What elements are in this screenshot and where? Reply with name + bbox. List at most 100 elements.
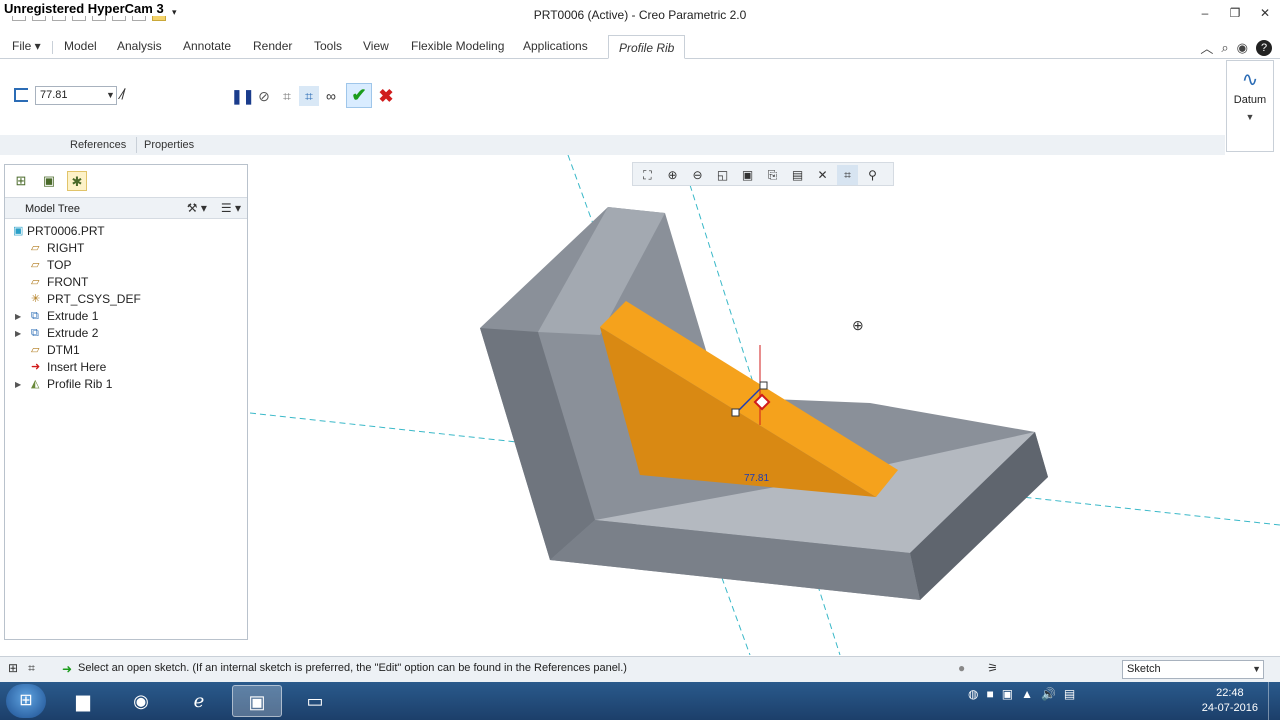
tree-item[interactable]: ▣ PRT0006.PRT — [9, 223, 245, 240]
tree-item[interactable]: ▱ TOP — [9, 257, 245, 274]
refit-icon[interactable]: ⛶ — [637, 165, 658, 185]
datum-display-icon[interactable]: ✕ — [812, 165, 833, 185]
drag-handle[interactable] — [731, 408, 740, 417]
navigator-toggle-icon[interactable]: ⊞ — [8, 661, 18, 676]
tab-flexible-modeling[interactable]: Flexible Modeling — [411, 39, 504, 53]
expand-icon[interactable]: ▶ — [15, 376, 21, 393]
drag-handle[interactable] — [759, 381, 768, 390]
help-icon[interactable]: ? — [1256, 39, 1272, 56]
community-icon[interactable]: ◉ — [1237, 40, 1248, 56]
selection-filter-icon[interactable]: ⚞ — [987, 661, 998, 675]
tree-item[interactable]: ▱ FRONT — [9, 274, 245, 291]
stop-icon[interactable]: ■ — [986, 687, 993, 701]
view-manager-icon[interactable]: ▤ — [787, 165, 808, 185]
tab-model[interactable]: Model — [64, 39, 97, 53]
model-scene[interactable]: 77.81 ⊕ — [250, 155, 1280, 655]
tree-item-label: Insert Here — [47, 360, 107, 374]
csys-icon: ✳ — [31, 293, 41, 305]
network-icon[interactable]: ▤ — [1064, 687, 1075, 701]
start-button[interactable]: ⊞ — [6, 684, 46, 718]
window-title: PRT0006 (Active) - Creo Parametric 2.0 — [533, 8, 747, 22]
verify-preview-button[interactable]: ⌗ — [299, 86, 319, 106]
minimize-button[interactable]: – — [1198, 6, 1212, 20]
selection-filter-select[interactable]: Sketch ▼ — [1122, 660, 1264, 679]
references-tab[interactable]: References — [66, 137, 130, 153]
selection-filter-value: Sketch — [1127, 663, 1161, 675]
tab-profile-rib[interactable]: Profile Rib — [608, 35, 686, 59]
browser-toggle-icon[interactable]: ⌗ — [28, 661, 35, 676]
graphics-window[interactable]: 77.81 ⊕ — [250, 155, 1280, 655]
tree-item[interactable]: ▱ DTM1 — [9, 342, 245, 359]
tray-expand-icon[interactable]: ▲ — [1021, 687, 1033, 701]
tab-separator — [52, 41, 53, 54]
tab-render[interactable]: Render — [253, 39, 292, 53]
status-bar: ⊞ ⌗ ➜ Select an open sketch. (If an inte… — [0, 656, 1280, 682]
show-desktop-button[interactable] — [1268, 682, 1280, 720]
internet-explorer-taskbar-icon[interactable]: ℯ — [174, 685, 224, 717]
pause-button[interactable]: ❚❚ — [231, 86, 254, 106]
creo-taskbar-icon[interactable]: ▣ — [232, 685, 282, 717]
thickness-dropdown-icon[interactable]: ▼ — [104, 86, 117, 105]
maximize-button[interactable]: ❐ — [1228, 6, 1242, 20]
firefox-taskbar-icon[interactable]: ◉ — [116, 685, 166, 717]
flip-thickness-icon[interactable]: ⁄̸ — [121, 86, 124, 103]
tree-item-label: PRT0006.PRT — [27, 224, 105, 238]
glasses-preview-icon[interactable]: ∞ — [321, 86, 341, 106]
saved-orientations-icon[interactable]: ⎘ — [762, 165, 783, 185]
favorites-icon[interactable]: ✱ — [67, 171, 87, 191]
folder-browser-icon[interactable]: ▣ — [39, 171, 59, 191]
tree-item[interactable]: ▶ ⧉ Extrude 2 — [9, 325, 245, 342]
tab-annotate[interactable]: Annotate — [183, 39, 231, 53]
tab-analysis[interactable]: Analysis — [117, 39, 162, 53]
tree-item-label: DTM1 — [47, 343, 80, 357]
tab-applications[interactable]: Applications — [523, 39, 588, 53]
dimension-label[interactable]: 77.81 — [744, 473, 769, 484]
tab-view[interactable]: View — [363, 39, 389, 53]
no-preview-button[interactable]: ⊘ — [254, 86, 274, 106]
tree-item[interactable]: ▶ ◭ Profile Rib 1 — [9, 376, 245, 393]
chevron-down-icon[interactable]: ▼ — [1227, 112, 1273, 122]
datum-group[interactable]: ∿ Datum ▼ — [1226, 60, 1274, 152]
preview-button[interactable]: ⌗ — [277, 86, 297, 106]
tab-file[interactable]: File ▾ — [12, 39, 41, 53]
tree-item[interactable]: ✳ PRT_CSYS_DEF — [9, 291, 245, 308]
system-tray: ◍ ■ ▣ ▲ 🔊 ▤ — [968, 687, 1075, 701]
status-right-icons: ● ⚞ — [958, 661, 998, 675]
settings-icon[interactable]: ⚒ ▾ — [187, 201, 207, 215]
ok-button[interactable]: ✔ — [346, 83, 372, 108]
tree-item[interactable]: ▱ RIGHT — [9, 240, 245, 257]
properties-tab[interactable]: Properties — [140, 137, 198, 153]
tree-item[interactable]: ▶ ⧉ Extrude 1 — [9, 308, 245, 325]
recorder-icon[interactable]: ◍ — [968, 687, 978, 701]
clock-date: 24-07-2016 — [1201, 702, 1258, 714]
explorer-taskbar-icon[interactable]: ▆ — [58, 685, 108, 717]
expand-icon[interactable]: ▶ — [15, 308, 21, 325]
app-taskbar-icon[interactable]: ▭ — [290, 685, 340, 717]
search-icon[interactable]: ⌕ — [1221, 40, 1228, 56]
datum-label: Datum — [1233, 94, 1267, 106]
tab-tools[interactable]: Tools — [314, 39, 342, 53]
collapse-ribbon-icon[interactable]: ︿ — [1200, 38, 1213, 57]
zoom-out-icon[interactable]: ⊖ — [687, 165, 708, 185]
tree-item[interactable]: ➜ Insert Here — [9, 359, 245, 376]
annotation-display-icon[interactable]: ⌗ — [837, 165, 858, 185]
datum-plane-icon: ▱ — [31, 276, 40, 288]
taskbar-clock[interactable]: 22:48 24-07-2016 — [1202, 686, 1258, 716]
volume-icon[interactable]: 🔊 — [1041, 687, 1056, 701]
expand-icon[interactable]: ▶ — [15, 325, 21, 342]
spin-center-toggle-icon[interactable]: ⚲ — [862, 165, 883, 185]
progress-dot-icon: ● — [958, 661, 966, 675]
cancel-button[interactable]: ✖ — [376, 86, 396, 106]
show-icon[interactable]: ☰ ▾ — [221, 201, 241, 215]
repaint-icon[interactable]: ◱ — [712, 165, 733, 185]
rib-icon: ◭ — [31, 378, 40, 390]
profile-rib-dashboard: 77.81 ▼ ⁄̸ ❚❚ ⊘ ⌗ ⌗ ∞ ✔ ✖ References Pro… — [0, 59, 1225, 155]
chevron-down-icon[interactable]: ▼ — [1252, 664, 1261, 674]
close-button[interactable]: ✕ — [1258, 6, 1272, 20]
zoom-in-icon[interactable]: ⊕ — [662, 165, 683, 185]
display-style-icon[interactable]: ▣ — [737, 165, 758, 185]
model-tree-tab-icon[interactable]: ⊞ — [11, 171, 31, 191]
insert-arrow-icon: ➜ — [31, 361, 41, 373]
view-toolbar: ⛶ ⊕ ⊖ ◱ ▣ ⎘ ▤ ✕ ⌗ ⚲ — [632, 162, 894, 186]
screen-icon[interactable]: ▣ — [1002, 687, 1013, 701]
